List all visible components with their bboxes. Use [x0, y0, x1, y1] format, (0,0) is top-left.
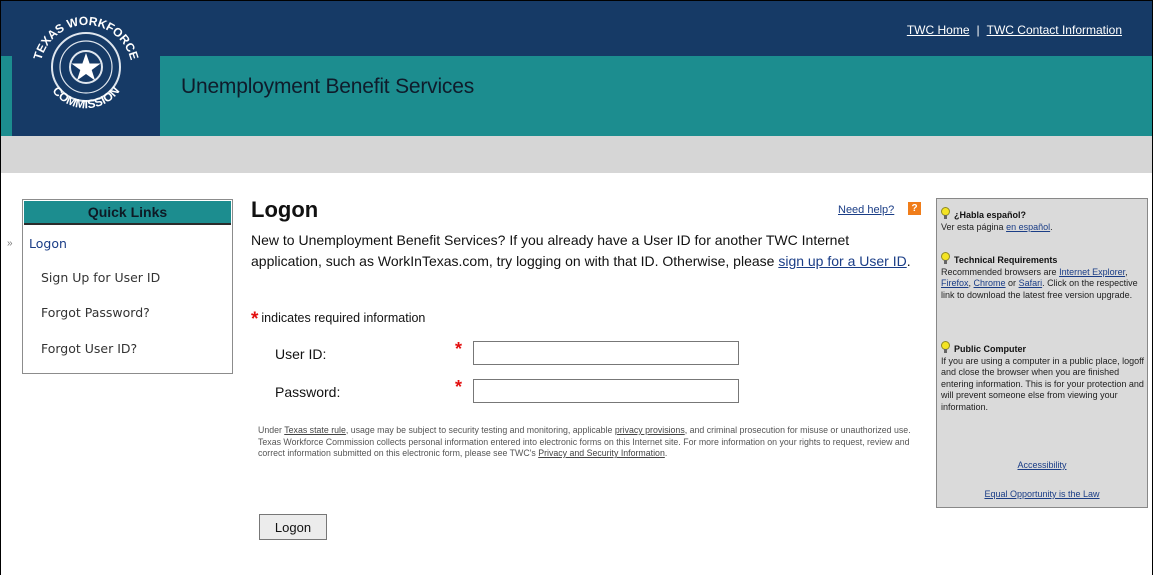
required-star-icon: *	[251, 309, 259, 330]
tech-text-1: Recommended browsers are	[941, 266, 1060, 277]
intro-text: New to Unemployment Benefit Services? If…	[251, 230, 921, 272]
legal-text-2: , usage may be subject to security testi…	[345, 425, 615, 435]
lightbulb-icon	[941, 341, 950, 353]
espanol-heading: ¿Habla español?	[954, 210, 1027, 220]
required-note-text: indicates required information	[261, 311, 426, 325]
texas-state-rule-link[interactable]: Texas state rule	[284, 425, 346, 435]
need-help-link[interactable]: Need help?	[838, 204, 894, 216]
header-bottom-band	[1, 56, 1152, 136]
twc-home-link[interactable]: TWC Home	[907, 23, 970, 37]
accessibility-row: Accessibility	[937, 460, 1147, 472]
espanol-link[interactable]: en español	[1006, 222, 1050, 232]
tech-heading: Technical Requirements	[954, 255, 1058, 265]
required-note: * indicates required information	[251, 309, 425, 331]
required-star-icon: *	[455, 377, 463, 397]
sign-up-link[interactable]: sign up for a User ID	[778, 253, 906, 269]
public-heading: Public Computer	[954, 344, 1027, 354]
active-arrow-icon: »	[7, 238, 13, 249]
help-icon[interactable]: ?	[908, 202, 921, 215]
quick-link-logon[interactable]: Logon	[29, 236, 67, 251]
app-title: Unemployment Benefit Services	[181, 75, 474, 98]
twc-logo[interactable]: TEXAS WORKFORCE COMMISSION	[12, 1, 160, 136]
page-title: Logon	[251, 197, 319, 222]
password-input[interactable]	[473, 379, 739, 403]
top-links: TWC Home | TWC Contact Information	[907, 23, 1122, 37]
quick-link-forgot-user-id[interactable]: Forgot User ID?	[41, 341, 137, 356]
link-separator: |	[976, 23, 980, 37]
required-star-icon: *	[455, 339, 463, 359]
twc-contact-link[interactable]: TWC Contact Information	[987, 23, 1122, 37]
page-frame: TEXAS WORKFORCE COMMISSION TWC Home | TWC …	[0, 0, 1153, 575]
nav-grey-bar	[1, 136, 1152, 173]
accessibility-link[interactable]: Accessibility	[1017, 460, 1066, 470]
password-label: Password:	[275, 384, 341, 400]
site-header: TEXAS WORKFORCE COMMISSION TWC Home | TWC …	[1, 1, 1152, 136]
safari-link[interactable]: Safari	[1019, 278, 1043, 288]
svg-text:COMMISSION: COMMISSION	[50, 84, 123, 112]
lightbulb-icon	[941, 252, 950, 264]
public-text: If you are using a computer in a public …	[941, 355, 1144, 412]
espanol-end: .	[1050, 221, 1053, 232]
quick-link-forgot-password[interactable]: Forgot Password?	[41, 305, 150, 320]
quick-links-title: Quick Links	[24, 201, 231, 225]
intro-end: .	[906, 253, 911, 269]
tech-comma-1: ,	[1125, 266, 1128, 277]
internet-explorer-link[interactable]: Internet Explorer	[1059, 267, 1125, 277]
public-computer-section: Public Computer If you are using a compu…	[941, 341, 1144, 414]
logo-text-bottom: COMMISSION	[50, 84, 123, 112]
info-sidebar: ¿Habla español? Ver esta página en españ…	[936, 198, 1148, 508]
quick-link-sign-up[interactable]: Sign Up for User ID	[41, 270, 160, 285]
twc-seal-icon: TEXAS WORKFORCE COMMISSION	[31, 14, 142, 112]
user-id-label: User ID:	[275, 346, 327, 362]
intro-body: New to Unemployment Benefit Services? If…	[251, 232, 850, 269]
espanol-section: ¿Habla español? Ver esta página en españ…	[941, 207, 1144, 233]
eeo-row: Equal Opportunity is the Law	[937, 489, 1147, 501]
user-id-input[interactable]	[473, 341, 739, 365]
logon-button[interactable]: Logon	[259, 514, 327, 540]
espanol-text: Ver esta página	[941, 221, 1007, 232]
legal-text-4: .	[664, 448, 668, 458]
legal-notice: Under Texas state rule, usage may be sub…	[258, 425, 926, 460]
tech-or: or	[1005, 278, 1019, 289]
lightbulb-icon	[941, 207, 950, 219]
equal-opportunity-link[interactable]: Equal Opportunity is the Law	[984, 489, 1099, 499]
legal-text-1: Under	[258, 425, 285, 435]
privacy-security-link[interactable]: Privacy and Security Information	[538, 448, 665, 458]
chrome-link[interactable]: Chrome	[974, 278, 1006, 288]
tech-requirements-section: Technical Requirements Recommended brows…	[941, 252, 1144, 301]
privacy-provisions-link[interactable]: privacy provisions	[615, 425, 685, 435]
firefox-link[interactable]: Firefox	[941, 278, 969, 288]
